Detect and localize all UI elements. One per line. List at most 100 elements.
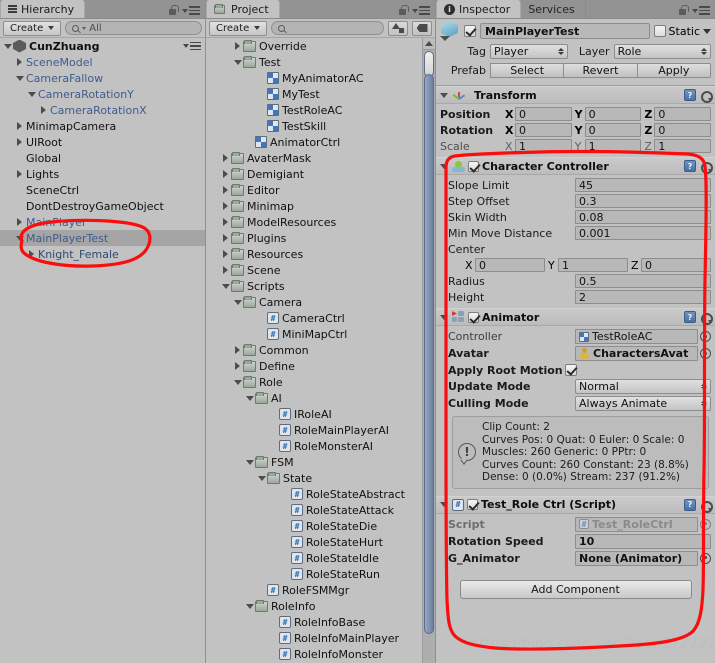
rotation-x-field[interactable]: 0 <box>515 123 572 137</box>
project-item-role[interactable]: Role <box>206 374 435 390</box>
rotation-y-field[interactable]: 0 <box>584 123 642 137</box>
filter-by-label-button[interactable] <box>412 20 432 36</box>
expand-arrow-icon[interactable] <box>232 374 243 390</box>
project-item-camera[interactable]: Camera <box>206 294 435 310</box>
help-icon[interactable]: ? <box>684 498 696 511</box>
controller-object-field[interactable]: TestRoleAC <box>575 329 698 344</box>
expand-arrow-icon[interactable] <box>220 230 231 246</box>
hierarchy-item-camerarotationy[interactable]: CameraRotationY <box>0 86 205 102</box>
gear-icon[interactable] <box>699 499 713 513</box>
expand-arrow-icon[interactable] <box>220 278 231 294</box>
expand-arrow-icon[interactable] <box>232 342 243 358</box>
component-test-role-ctrl-header[interactable]: # Test_Role Ctrl (Script) ? <box>436 495 715 514</box>
expand-arrow-icon[interactable] <box>14 54 25 70</box>
height-field[interactable]: 2 <box>575 290 711 304</box>
project-item-mytest[interactable]: MyTest <box>206 86 435 102</box>
project-item-rolefsmmgr[interactable]: # RoleFSMMgr <box>206 582 435 598</box>
expand-arrow-icon[interactable] <box>220 198 231 214</box>
hierarchy-item-camerafallow[interactable]: CameraFallow <box>0 70 205 86</box>
apply-root-motion-checkbox[interactable] <box>564 364 577 376</box>
hierarchy-item-scenemodel[interactable]: SceneModel <box>0 54 205 70</box>
hierarchy-item-dontdestroygameobject[interactable]: DontDestroyGameObject <box>0 198 205 214</box>
static-toggle-group[interactable]: Static <box>653 25 711 38</box>
inspector-menu-icon[interactable] <box>692 6 710 15</box>
lock-icon[interactable] <box>168 5 179 16</box>
update-mode-dropdown[interactable]: Normal <box>575 379 711 394</box>
hierarchy-item-uiroot[interactable]: UIRoot <box>0 134 205 150</box>
rotation-z-field[interactable]: 0 <box>654 123 712 137</box>
project-item-animatorctrl[interactable]: AnimatorCtrl <box>206 134 435 150</box>
position-z-field[interactable]: 0 <box>654 107 712 121</box>
foldout-arrow-icon[interactable] <box>438 309 449 325</box>
controller-picker-icon[interactable] <box>700 331 711 342</box>
hierarchy-item-minimapcamera[interactable]: MinimapCamera <box>0 118 205 134</box>
center-x-field[interactable]: 0 <box>475 258 545 272</box>
prefab-apply-button[interactable]: Apply <box>637 62 711 78</box>
step-offset-field[interactable]: 0.3 <box>575 194 711 208</box>
project-item-cameractrl[interactable]: # CameraCtrl <box>206 310 435 326</box>
expand-arrow-icon[interactable] <box>220 150 231 166</box>
expand-arrow-icon[interactable] <box>220 246 231 262</box>
expand-arrow-icon[interactable] <box>14 70 25 86</box>
gear-icon[interactable] <box>699 160 713 174</box>
culling-mode-dropdown[interactable]: Always Animate <box>575 396 711 411</box>
project-item-roleinfomainplayer[interactable]: # RoleInfoMainPlayer <box>206 630 435 646</box>
project-item-rolemonsterai[interactable]: # RoleMonsterAI <box>206 438 435 454</box>
position-y-field[interactable]: 0 <box>584 107 642 121</box>
project-item-test[interactable]: Test <box>206 54 435 70</box>
component-enabled-checkbox[interactable] <box>468 311 479 323</box>
expand-arrow-icon[interactable] <box>220 166 231 182</box>
project-item-scene[interactable]: Scene <box>206 262 435 278</box>
project-item-avatermask[interactable]: AvaterMask <box>206 150 435 166</box>
expand-arrow-icon[interactable] <box>232 294 243 310</box>
hierarchy-item-mainplayer[interactable]: MainPlayer <box>0 214 205 230</box>
expand-arrow-icon[interactable] <box>26 246 37 262</box>
slope-limit-field[interactable]: 45 <box>575 178 711 192</box>
hierarchy-item-scenectrl[interactable]: SceneCtrl <box>0 182 205 198</box>
g-animator-picker-icon[interactable] <box>700 552 711 564</box>
expand-arrow-icon[interactable] <box>14 118 25 134</box>
expand-arrow-icon[interactable] <box>232 38 243 54</box>
scene-menu-icon[interactable] <box>183 41 201 51</box>
expand-arrow-icon[interactable] <box>220 262 231 278</box>
project-item-common[interactable]: Common <box>206 342 435 358</box>
foldout-arrow-icon[interactable] <box>438 158 449 174</box>
tag-dropdown[interactable]: Player <box>490 43 568 59</box>
project-item-rolestatedie[interactable]: # RoleStateDie <box>206 518 435 534</box>
expand-arrow-icon[interactable] <box>2 38 13 54</box>
component-enabled-checkbox[interactable] <box>467 499 478 510</box>
filter-by-type-button[interactable] <box>388 20 408 36</box>
rotation-speed-field[interactable]: 10 <box>575 533 711 549</box>
project-item-minimap[interactable]: Minimap <box>206 198 435 214</box>
project-item-minimapctrl[interactable]: # MiniMapCtrl <box>206 326 435 342</box>
project-item-ai[interactable]: AI <box>206 390 435 406</box>
expand-arrow-icon[interactable] <box>244 598 255 614</box>
hierarchy-row-root[interactable]: CunZhuang <box>0 38 205 54</box>
component-enabled-checkbox[interactable] <box>468 160 479 172</box>
gear-icon[interactable] <box>699 311 713 325</box>
expand-arrow-icon[interactable] <box>14 230 25 246</box>
tab-project[interactable]: Project <box>206 0 280 18</box>
project-scrollbar[interactable] <box>422 38 435 663</box>
radius-field[interactable]: 0.5 <box>575 274 711 288</box>
add-component-button[interactable]: Add Component <box>459 579 692 599</box>
project-item-demigiant[interactable]: Demigiant <box>206 166 435 182</box>
hierarchy-item-camerarotationx[interactable]: CameraRotationX <box>0 102 205 118</box>
avatar-object-field[interactable]: CharactersAvat <box>575 346 698 361</box>
component-animator-header[interactable]: Animator ? <box>436 308 715 326</box>
project-item-rolestatehurt[interactable]: # RoleStateHurt <box>206 534 435 550</box>
scale-y-field[interactable]: 1 <box>584 139 642 153</box>
hierarchy-item-lights[interactable]: Lights <box>0 166 205 182</box>
scale-x-field[interactable]: 1 <box>515 139 572 153</box>
project-tree[interactable]: Override Test MyAnimatorAC MyTest TestRoleAC… <box>206 38 435 663</box>
center-z-field[interactable]: 0 <box>641 258 711 272</box>
project-item-scripts[interactable]: Scripts <box>206 278 435 294</box>
project-item-rolestateabstract[interactable]: # RoleStateAbstract <box>206 486 435 502</box>
hierarchy-item-global[interactable]: Global <box>0 150 205 166</box>
project-item-roleinfomonster[interactable]: # RoleInfoMonster <box>206 646 435 662</box>
prefab-revert-button[interactable]: Revert <box>564 62 638 78</box>
prefab-select-button[interactable]: Select <box>490 62 565 78</box>
lock-icon[interactable] <box>398 5 409 16</box>
project-item-editor[interactable]: Editor <box>206 182 435 198</box>
project-item-roleinfo[interactable]: RoleInfo <box>206 598 435 614</box>
